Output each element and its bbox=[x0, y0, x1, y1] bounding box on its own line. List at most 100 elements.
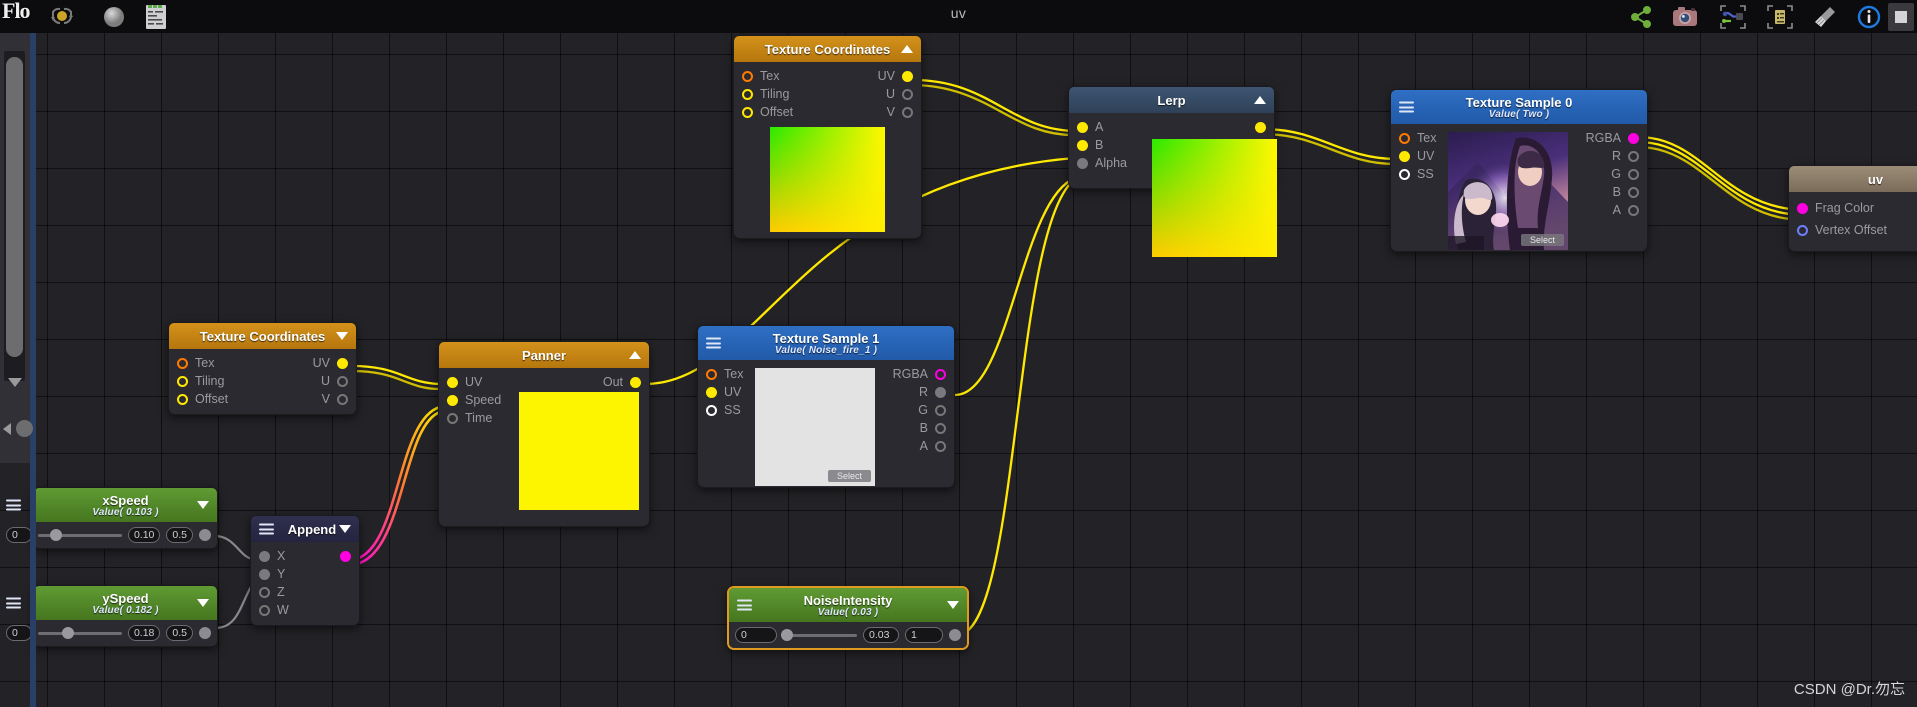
slider-max-value[interactable]: 0.5 bbox=[166, 625, 193, 641]
input-port-time[interactable] bbox=[447, 412, 458, 424]
slider-track[interactable] bbox=[38, 627, 122, 639]
node-port-row[interactable]: A bbox=[1069, 118, 1274, 136]
node-port-row[interactable]: Vertex Offset bbox=[1789, 219, 1917, 241]
input-port-ss[interactable] bbox=[1399, 168, 1410, 180]
slider-current-value[interactable]: 0.03 bbox=[863, 627, 899, 643]
chevron-up-icon[interactable] bbox=[629, 351, 641, 359]
node-port-row[interactable]: Tiling U bbox=[169, 372, 356, 390]
node-port-row[interactable]: Tiling U bbox=[734, 85, 921, 103]
node-menu-icon[interactable] bbox=[737, 599, 752, 611]
output-port-r[interactable] bbox=[935, 386, 946, 398]
input-port-tex[interactable] bbox=[742, 70, 753, 82]
top-toolbar[interactable]: Flo uv bbox=[0, 0, 1917, 33]
node-noise-intensity[interactable]: NoiseIntensity Value( 0.03 ) 0 0.03 1 bbox=[727, 586, 969, 650]
slider-max-value[interactable]: 1 bbox=[905, 627, 943, 643]
output-port-rgba[interactable] bbox=[935, 368, 946, 380]
output-port-result[interactable] bbox=[340, 550, 351, 562]
input-port-uv[interactable] bbox=[1399, 150, 1410, 162]
node-port-row[interactable]: Tex UV bbox=[169, 354, 356, 372]
output-port-value[interactable] bbox=[199, 529, 211, 541]
input-port-tex[interactable] bbox=[177, 357, 188, 369]
input-port-y[interactable] bbox=[259, 568, 270, 580]
input-port-a[interactable] bbox=[1077, 121, 1088, 133]
node-header[interactable]: Texture Coordinates bbox=[734, 36, 921, 62]
chevron-down-icon[interactable] bbox=[947, 601, 959, 609]
node-header[interactable]: Lerp bbox=[1069, 87, 1274, 113]
node-slider-row[interactable]: 0 0.03 1 bbox=[729, 622, 967, 648]
output-port-result[interactable] bbox=[1255, 121, 1266, 133]
output-port-g[interactable] bbox=[1628, 168, 1639, 180]
horizontal-scrollbar-thumb[interactable] bbox=[16, 420, 33, 437]
node-header[interactable]: Texture Sample 1 Value( Noise_fire_1 ) bbox=[698, 326, 954, 360]
node-texture-sample-0[interactable]: Texture Sample 0 Value( Two ) Tex RGBA U… bbox=[1390, 89, 1648, 252]
node-header[interactable]: ySpeed Value( 0.182 ) bbox=[6, 586, 217, 620]
node-header[interactable]: Append bbox=[251, 516, 359, 542]
node-panner[interactable]: Panner UV Out Speed Time bbox=[438, 341, 650, 527]
node-port-row[interactable]: Offset V bbox=[169, 390, 356, 408]
input-port-ss[interactable] bbox=[706, 404, 717, 416]
shader-graph-canvas[interactable]: Flo uv Texture Coordinates Tex UV Tiling… bbox=[0, 0, 1917, 707]
node-port-row[interactable]: X bbox=[251, 547, 359, 565]
input-port-tiling[interactable] bbox=[177, 375, 188, 387]
input-port-uv[interactable] bbox=[706, 386, 717, 398]
node-port-row[interactable]: Frag Color bbox=[1789, 197, 1917, 219]
node-slider-row[interactable]: 0 0.18 0.5 bbox=[6, 620, 217, 646]
input-port-offset[interactable] bbox=[177, 393, 188, 405]
input-port-w[interactable] bbox=[259, 604, 270, 616]
node-append[interactable]: Append X Y Z W bbox=[250, 515, 360, 626]
node-texture-coordinates-bottom[interactable]: Texture Coordinates Tex UV Tiling U Offs… bbox=[168, 322, 357, 415]
output-port-g[interactable] bbox=[935, 404, 946, 416]
input-port-z[interactable] bbox=[259, 586, 270, 598]
focus-graph-icon[interactable] bbox=[1719, 3, 1747, 31]
node-menu-icon[interactable] bbox=[6, 597, 21, 609]
output-port-uv[interactable] bbox=[902, 70, 913, 82]
broom-icon[interactable] bbox=[1812, 3, 1840, 31]
output-port-out[interactable] bbox=[630, 376, 641, 388]
input-port-x[interactable] bbox=[259, 550, 270, 562]
node-menu-icon[interactable] bbox=[706, 337, 721, 349]
node-header[interactable]: NoiseIntensity Value( 0.03 ) bbox=[729, 588, 967, 622]
input-port-b[interactable] bbox=[1077, 139, 1088, 151]
chevron-down-icon[interactable] bbox=[339, 525, 351, 533]
chevron-down-icon[interactable] bbox=[336, 332, 348, 340]
output-port-u[interactable] bbox=[902, 88, 913, 100]
slider-min-value[interactable]: 0 bbox=[735, 627, 777, 643]
slider-current-value[interactable]: 0.10 bbox=[127, 527, 161, 543]
input-port-speed[interactable] bbox=[447, 394, 458, 406]
input-port-alpha[interactable] bbox=[1077, 157, 1088, 169]
node-port-row[interactable]: Offset V bbox=[734, 103, 921, 121]
chevron-down-icon[interactable] bbox=[197, 501, 209, 509]
node-texture-coordinates-top[interactable]: Texture Coordinates Tex UV Tiling U Offs… bbox=[733, 35, 922, 239]
output-port-value[interactable] bbox=[199, 627, 211, 639]
slider-min-value[interactable]: 0 bbox=[6, 527, 32, 543]
output-port-u[interactable] bbox=[337, 375, 348, 387]
node-header[interactable]: Texture Sample 0 Value( Two ) bbox=[1391, 90, 1647, 124]
stop-icon[interactable] bbox=[1888, 3, 1914, 31]
texture-thumbnail[interactable]: Select bbox=[755, 368, 875, 486]
output-port-r[interactable] bbox=[1628, 150, 1639, 162]
node-header[interactable]: Panner bbox=[439, 342, 649, 368]
node-xspeed[interactable]: xSpeed Value( 0.103 ) 0 0.10 0.5 bbox=[6, 487, 218, 549]
slider-current-value[interactable]: 0.18 bbox=[127, 625, 161, 641]
output-port-b[interactable] bbox=[1628, 186, 1639, 198]
input-port-tex[interactable] bbox=[706, 368, 717, 380]
chevron-up-icon[interactable] bbox=[1254, 96, 1266, 104]
scroll-left-arrow-icon[interactable] bbox=[3, 423, 11, 435]
node-slider-row[interactable]: 0 0.10 0.5 bbox=[6, 522, 217, 548]
output-port-v[interactable] bbox=[337, 393, 348, 405]
slider-knob[interactable] bbox=[62, 627, 75, 639]
slider-min-value[interactable]: 0 bbox=[6, 625, 32, 641]
left-scrollbar[interactable] bbox=[0, 33, 33, 463]
node-port-row[interactable]: Y bbox=[251, 565, 359, 583]
node-port-row[interactable]: Z bbox=[251, 583, 359, 601]
node-texture-sample-1[interactable]: Texture Sample 1 Value( Noise_fire_1 ) T… bbox=[697, 325, 955, 488]
output-port-a[interactable] bbox=[935, 440, 946, 452]
slider-track[interactable] bbox=[38, 529, 122, 541]
chevron-down-icon[interactable] bbox=[197, 599, 209, 607]
slider-knob[interactable] bbox=[781, 629, 794, 641]
camera-icon[interactable] bbox=[1671, 3, 1699, 31]
node-port-row[interactable]: UV Out bbox=[439, 373, 649, 391]
node-lerp[interactable]: Lerp A B Alpha bbox=[1068, 86, 1277, 257]
node-port-row[interactable]: Tex UV bbox=[734, 67, 921, 85]
input-port-tex[interactable] bbox=[1399, 132, 1410, 144]
